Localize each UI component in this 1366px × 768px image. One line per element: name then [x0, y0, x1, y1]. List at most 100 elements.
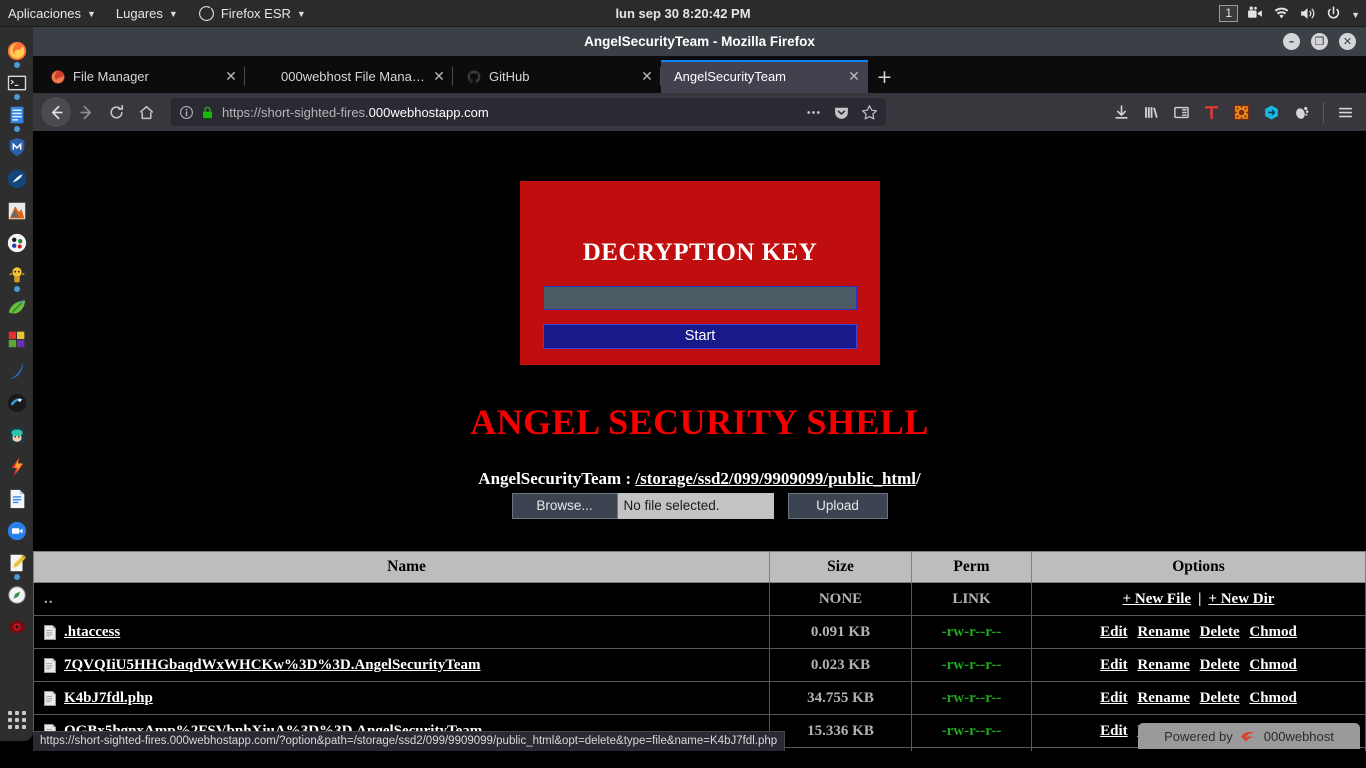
- dock-item-flamingo[interactable]: [0, 451, 33, 483]
- file-name-link[interactable]: K4bJ7fdl.php: [64, 690, 153, 707]
- edit-link[interactable]: Edit: [1100, 657, 1128, 673]
- url-bar[interactable]: https://short-sighted-fires.000webhostap…: [171, 98, 886, 126]
- column-header-options: Options: [1031, 551, 1366, 583]
- panel-menu-aplicaciones[interactable]: Aplicaciones ▼: [0, 0, 106, 27]
- tab-close-icon[interactable]: ✕: [221, 69, 241, 85]
- tab-angelsecurityteam[interactable]: AngelSecurityTeam ✕: [661, 60, 868, 93]
- sidebar-icon[interactable]: [1173, 104, 1190, 121]
- dock-item-recorder[interactable]: [0, 515, 33, 547]
- tab-close-icon[interactable]: ✕: [844, 69, 864, 85]
- parent-dir-options: + New File | + New Dir: [1031, 582, 1366, 616]
- tab-file-manager[interactable]: File Manager ✕: [37, 60, 245, 93]
- forward-button[interactable]: [71, 97, 101, 127]
- upload-button[interactable]: Upload: [787, 493, 888, 519]
- tab-close-icon[interactable]: ✕: [429, 69, 449, 85]
- dock-item-hydra[interactable]: [0, 419, 33, 451]
- dock-item-text-editor[interactable]: [0, 99, 33, 132]
- edit-link[interactable]: Edit: [1100, 723, 1128, 739]
- dock-item-red-eye[interactable]: [0, 611, 33, 643]
- dock-item-maltego[interactable]: [0, 131, 33, 163]
- browse-button[interactable]: Browse...: [511, 493, 618, 519]
- dock-item-burpsuite[interactable]: [0, 163, 33, 195]
- dock-item-zenmap[interactable]: [0, 195, 33, 227]
- url-prefix: https://short-sighted-fires.: [222, 104, 369, 120]
- back-button[interactable]: [41, 97, 71, 127]
- library-icon[interactable]: [1143, 104, 1160, 121]
- rename-link[interactable]: Rename: [1137, 624, 1190, 640]
- info-circle-icon[interactable]: [179, 104, 194, 121]
- settings-gear-icon[interactable]: [1233, 104, 1250, 121]
- new-tab-button[interactable]: +: [868, 60, 901, 93]
- new-file-link[interactable]: + New File: [1123, 591, 1192, 607]
- file-name-link[interactable]: 7QVQIiU5HHGbaqdWxWHCKw%3D%3D.AngelSecuri…: [64, 657, 481, 674]
- rename-link[interactable]: Rename: [1137, 657, 1190, 673]
- tab-close-icon[interactable]: ✕: [637, 69, 657, 85]
- hamburger-menu-icon[interactable]: [1337, 104, 1354, 121]
- dock-item-terminal[interactable]: [0, 67, 33, 100]
- start-button[interactable]: Start: [543, 324, 857, 349]
- status-bar: https://short-sighted-fires.000webhostap…: [33, 731, 786, 751]
- chmod-link[interactable]: Chmod: [1249, 690, 1297, 706]
- window-controls: – ❐ ✕: [1283, 27, 1356, 56]
- show-applications-button[interactable]: [0, 711, 33, 729]
- dock-item-compass[interactable]: [0, 579, 33, 611]
- panel-menu-lugares[interactable]: Lugares ▼: [106, 0, 188, 27]
- chmod-link[interactable]: Chmod: [1249, 624, 1297, 640]
- dock-item-john-the-ripper[interactable]: [0, 259, 33, 292]
- page-title: ANGEL SECURITY SHELL: [470, 402, 929, 442]
- chevron-down-icon[interactable]: ▼: [1351, 10, 1360, 20]
- tab-000webhost-file-manager[interactable]: 000webhost File Manager ✕: [245, 60, 453, 93]
- dock-item-documents[interactable]: [0, 483, 33, 515]
- dock-item-color-picker[interactable]: [0, 227, 33, 259]
- pocket-icon[interactable]: [833, 104, 850, 121]
- dock-item-aircrack[interactable]: [0, 387, 33, 419]
- edit-link[interactable]: Edit: [1100, 624, 1128, 640]
- tab-github[interactable]: GitHub ✕: [453, 60, 661, 93]
- msfconsole-icon: [8, 331, 24, 348]
- delete-link[interactable]: Delete: [1200, 657, 1240, 673]
- dock-item-wireshark[interactable]: [0, 355, 33, 387]
- dock-item-notes[interactable]: [0, 547, 33, 580]
- chmod-link[interactable]: Chmod: [1249, 657, 1297, 673]
- rename-link[interactable]: Rename: [1137, 690, 1190, 706]
- minimize-button[interactable]: –: [1283, 33, 1300, 50]
- edit-link[interactable]: Edit: [1100, 690, 1128, 706]
- file-name-link[interactable]: .htaccess: [64, 624, 120, 641]
- dock-item-firefox[interactable]: [0, 35, 33, 68]
- breadcrumb-segment-ssd2[interactable]: /ssd2: [693, 469, 729, 488]
- star-icon[interactable]: [861, 104, 878, 121]
- decryption-key-input[interactable]: [543, 286, 857, 310]
- dock-item-leafpad[interactable]: [0, 291, 33, 323]
- breadcrumb-segment-9909099[interactable]: /9909099: [759, 469, 823, 488]
- ellipsis-icon[interactable]: [805, 104, 822, 121]
- proxy-icon[interactable]: [1263, 104, 1280, 121]
- downloads-icon[interactable]: [1113, 104, 1130, 121]
- close-button[interactable]: ✕: [1339, 33, 1356, 50]
- reload-button[interactable]: [101, 97, 131, 127]
- home-button[interactable]: [131, 97, 161, 127]
- new-dir-link[interactable]: + New Dir: [1208, 591, 1274, 607]
- wifi-icon[interactable]: [1273, 5, 1290, 22]
- file-size: 34.755 KB: [769, 681, 912, 715]
- delete-link[interactable]: Delete: [1200, 690, 1240, 706]
- column-header-size: Size: [769, 551, 912, 583]
- volume-icon[interactable]: [1299, 5, 1316, 22]
- breadcrumb-segment-public-html[interactable]: /public_html: [823, 469, 916, 488]
- power-icon[interactable]: [1325, 5, 1342, 22]
- screencast-icon[interactable]: [1247, 5, 1264, 22]
- file-icon: [44, 690, 56, 706]
- delete-link[interactable]: Delete: [1200, 624, 1240, 640]
- panel-menu-firefox-esr[interactable]: Firefox ESR ▼: [188, 0, 316, 27]
- tor-icon[interactable]: [1203, 104, 1220, 121]
- gnome-foot-icon[interactable]: [1293, 104, 1310, 121]
- dock-item-msf-console[interactable]: [0, 323, 33, 355]
- tab-strip: File Manager ✕ 000webhost File Manager ✕…: [33, 56, 1366, 93]
- padlock-icon[interactable]: [200, 104, 215, 121]
- breadcrumb-segment-099[interactable]: /099: [729, 469, 759, 488]
- maximize-button[interactable]: ❐: [1311, 33, 1328, 50]
- parent-dir-label[interactable]: ..: [44, 591, 54, 607]
- workspace-indicator[interactable]: 1: [1219, 5, 1239, 22]
- powered-by-badge[interactable]: Powered by 000webhost: [1138, 723, 1360, 749]
- table-row-parent-dir[interactable]: .. NONE LINK + New File | + New Dir: [33, 582, 1366, 616]
- breadcrumb-segment-storage[interactable]: /storage: [635, 469, 693, 488]
